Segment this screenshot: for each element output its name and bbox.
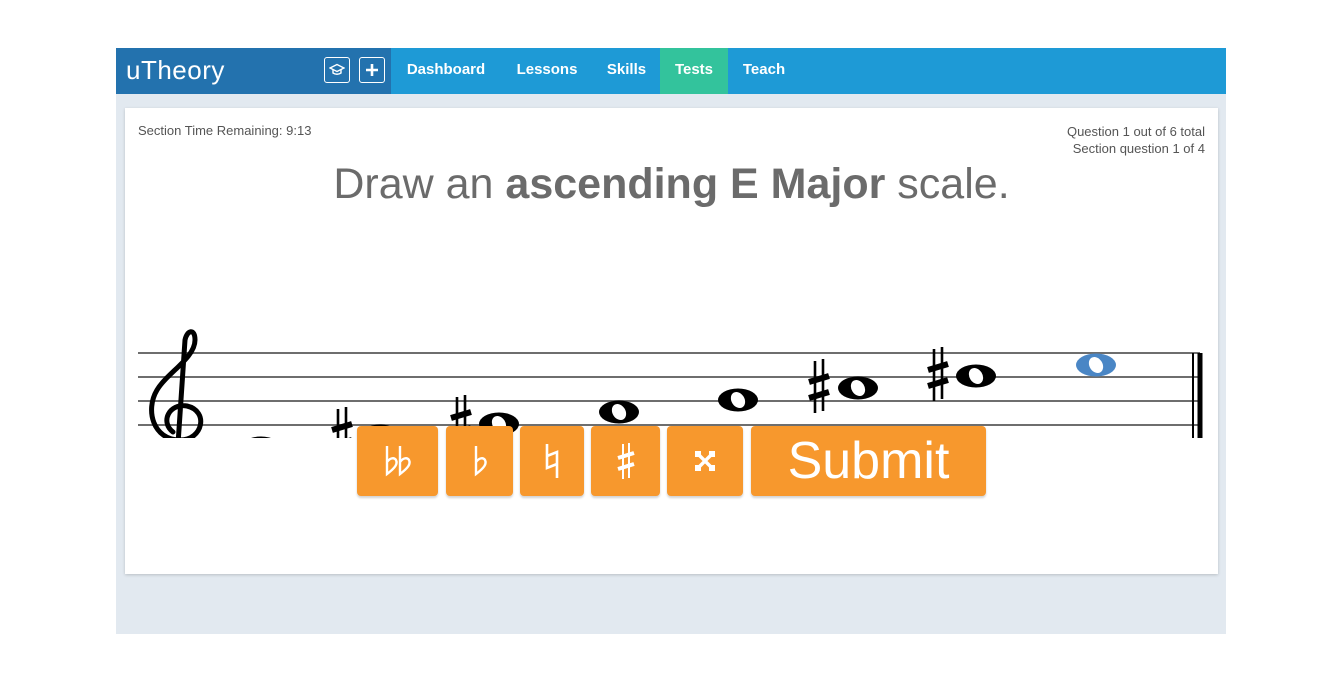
- question-info: Question 1 out of 6 total Section questi…: [1067, 123, 1205, 157]
- natural-button[interactable]: [520, 426, 584, 496]
- whole-note-icon: [718, 388, 758, 412]
- pending-note[interactable]: [1076, 353, 1116, 377]
- music-staff[interactable]: [125, 278, 1218, 438]
- sharp-button[interactable]: [591, 426, 660, 496]
- question-prompt: Draw an ascending E Major scale.: [125, 160, 1218, 209]
- nav-teach[interactable]: Teach: [728, 48, 800, 94]
- sharp-icon: [809, 359, 829, 413]
- nav-tests[interactable]: Tests: [660, 48, 728, 94]
- whole-note-icon: [956, 364, 996, 388]
- double-flat-icon: [385, 446, 411, 477]
- top-navbar: uTheory Dashboard Lessons Skills Tests T…: [116, 48, 1226, 94]
- prompt-text-pre: Draw an: [333, 160, 506, 208]
- double-flat-button[interactable]: [357, 426, 438, 496]
- question-card: Section Time Remaining: 9:13 Question 1 …: [125, 108, 1218, 574]
- utheory-logo[interactable]: uTheory: [126, 55, 225, 86]
- prompt-text-post: scale.: [885, 160, 1010, 208]
- question-total: Question 1 out of 6 total: [1066, 124, 1205, 139]
- flat-button[interactable]: [446, 426, 513, 496]
- whole-note-icon: [838, 376, 878, 400]
- section-question: Section question 1 of 4: [1072, 141, 1205, 156]
- double-sharp-icon: [695, 451, 715, 471]
- natural-icon: [545, 444, 559, 478]
- whole-note-icon: [599, 400, 639, 424]
- submit-button[interactable]: Submit: [751, 426, 986, 496]
- nav-dashboard[interactable]: Dashboard: [391, 48, 501, 94]
- nav-skills[interactable]: Skills: [593, 48, 660, 94]
- double-sharp-button[interactable]: [667, 426, 743, 496]
- nav-lessons[interactable]: Lessons: [501, 48, 593, 94]
- flat-icon: [474, 446, 487, 477]
- plus-icon[interactable]: [359, 57, 385, 83]
- app-window: uTheory Dashboard Lessons Skills Tests T…: [116, 48, 1226, 634]
- whole-note-icon: [241, 436, 281, 438]
- graduation-cap-icon[interactable]: [324, 57, 350, 83]
- brand-area: uTheory: [116, 48, 391, 94]
- treble-clef-icon: [149, 329, 204, 438]
- sharp-icon: [332, 407, 352, 438]
- prompt-text-bold: ascending E Major: [505, 160, 886, 208]
- sharp-icon: [616, 443, 635, 479]
- section-time-remaining: Section Time Remaining: 9:13: [138, 123, 312, 138]
- sharp-icon: [928, 347, 948, 401]
